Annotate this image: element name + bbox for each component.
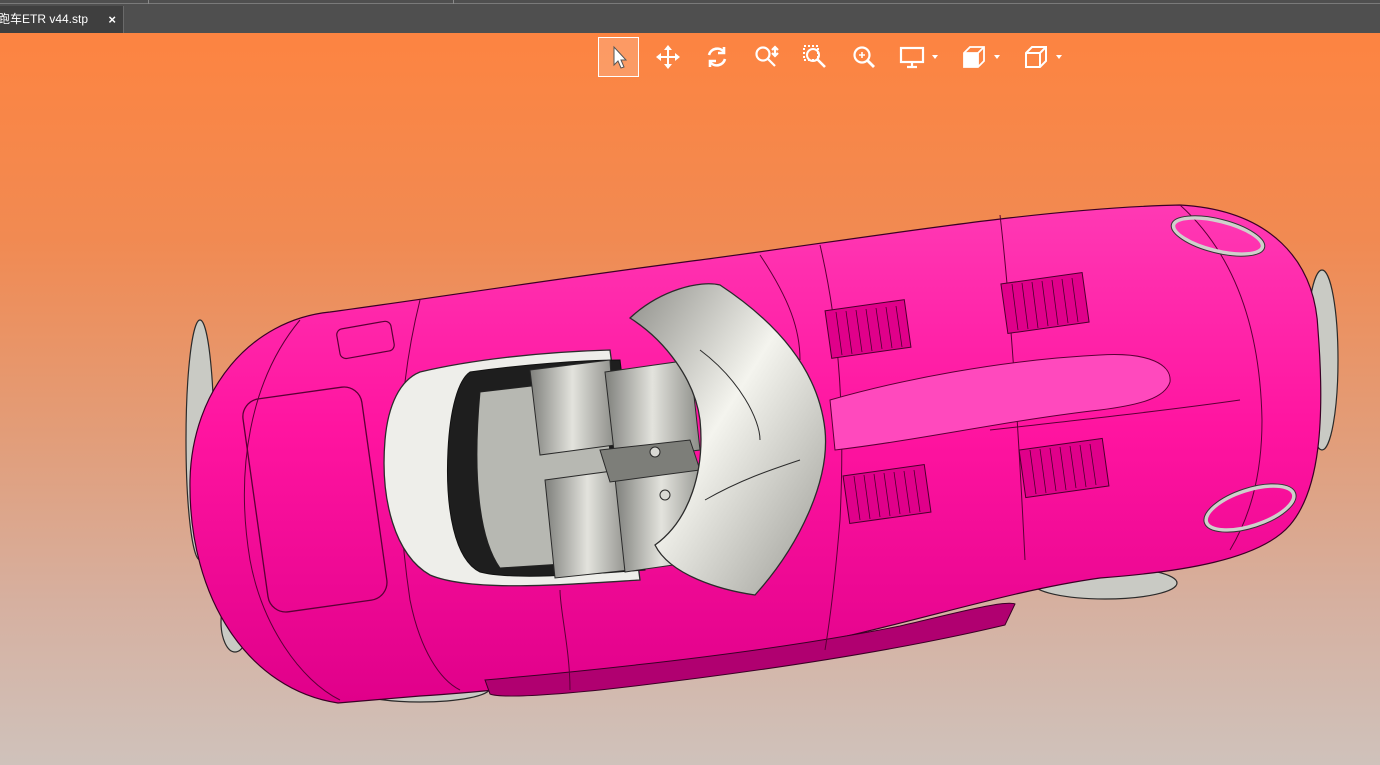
document-tab-title: 跑车ETR v44.stp <box>0 12 89 26</box>
rotate-tool-button[interactable] <box>697 38 737 76</box>
view-toolbar <box>598 37 1079 77</box>
projection-box-icon <box>1025 46 1047 68</box>
display-mode-dropdown[interactable] <box>893 38 943 76</box>
view-cube-icon <box>963 46 985 68</box>
rotate-icon <box>707 47 727 67</box>
chevron-down-icon <box>994 55 1000 59</box>
pan-move-icon <box>656 45 680 69</box>
select-arrow-icon <box>613 45 627 69</box>
chevron-down-icon <box>1056 55 1062 59</box>
projection-dropdown[interactable] <box>1017 38 1067 76</box>
select-tool-button[interactable] <box>598 37 639 77</box>
3d-viewport[interactable] <box>0 33 1380 765</box>
tab-bar-separator <box>0 3 1380 4</box>
tab-bar-divider <box>148 0 149 4</box>
zoom-window-button[interactable] <box>795 38 835 76</box>
zoom-fit-icon <box>853 46 875 68</box>
document-tab[interactable]: 跑车ETR v44.stp × <box>0 6 124 33</box>
tab-bar-divider <box>453 0 454 4</box>
zoom-window-icon <box>803 45 826 68</box>
view-orientation-dropdown[interactable] <box>955 38 1005 76</box>
zoom-dynamic-icon <box>755 45 779 67</box>
zoom-dynamic-button[interactable] <box>746 38 786 76</box>
document-tab-bar: 跑车ETR v44.stp × <box>0 0 1380 33</box>
pan-tool-button[interactable] <box>648 38 688 76</box>
chevron-down-icon <box>932 55 938 59</box>
display-mode-icon <box>899 46 925 69</box>
close-tab-icon[interactable]: × <box>108 6 116 33</box>
zoom-fit-button[interactable] <box>844 38 884 76</box>
